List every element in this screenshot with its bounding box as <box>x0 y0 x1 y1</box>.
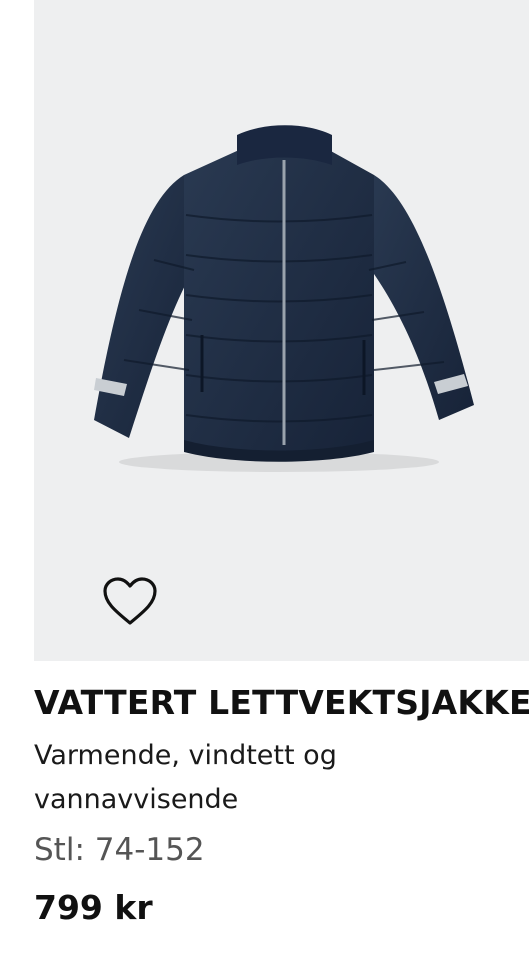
heart-outline-icon[interactable] <box>102 576 158 628</box>
product-price: 799 kr <box>34 888 153 927</box>
jacket-illustration <box>94 125 474 472</box>
product-description: Varmende, vindtett og vannavvisende <box>34 740 337 815</box>
product-image[interactable] <box>34 0 529 661</box>
size-range: Stl: 74-152 <box>34 832 205 868</box>
product-card[interactable]: VATTERT LETTVEKTSJAKKE Varmende, vindtet… <box>0 0 529 970</box>
product-title[interactable]: VATTERT LETTVEKTSJAKKE <box>34 683 529 722</box>
